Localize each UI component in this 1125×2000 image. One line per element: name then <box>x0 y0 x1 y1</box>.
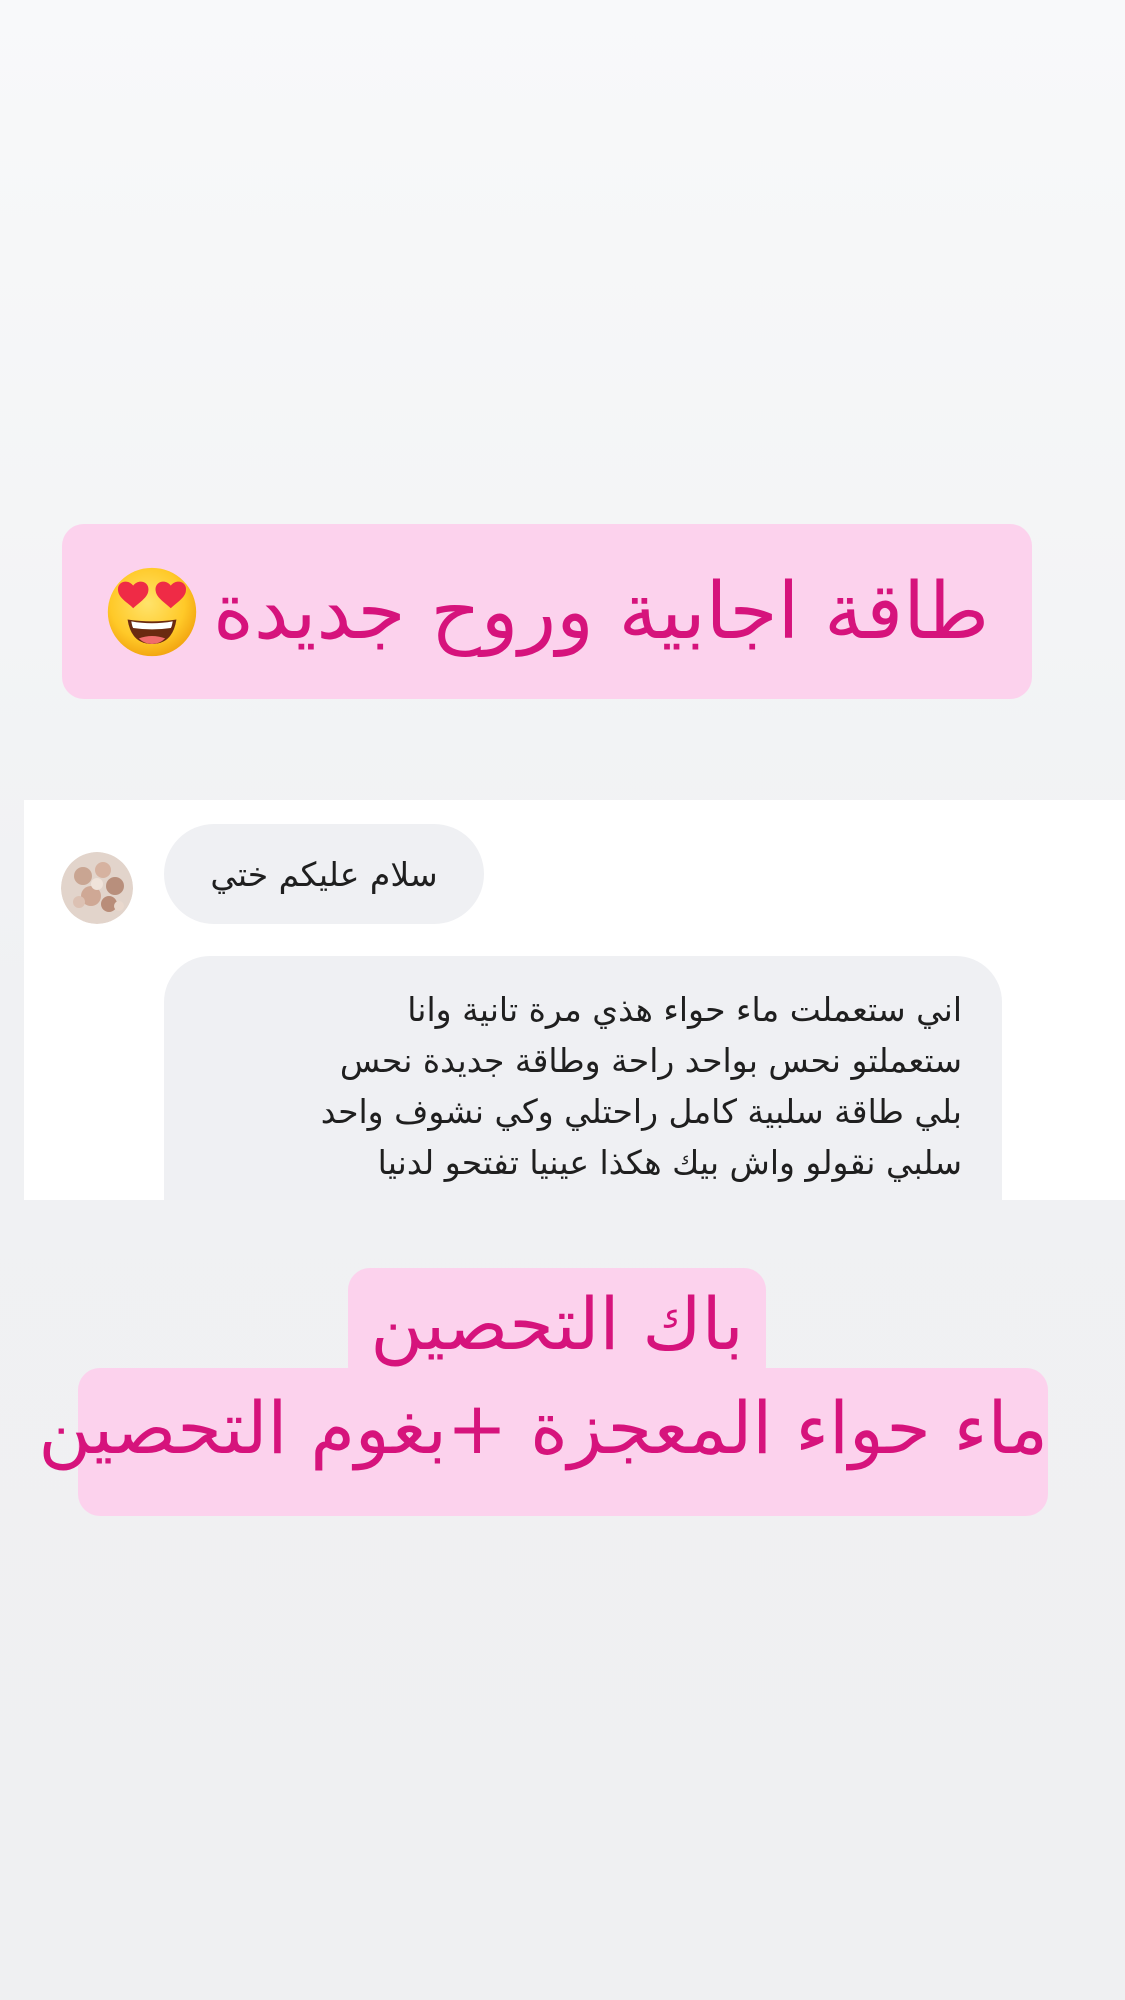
message-line: اني ستعملت ماء حواء هذي مرة تانية وانا <box>407 990 962 1029</box>
offer-banner: باك التحصين ماء حواء المعجزة +بغوم التحص… <box>0 1268 1125 1518</box>
message-bubble: سلام عليكم ختي <box>164 824 484 924</box>
message-line: بلي طاقة سلبية كامل راحتلي وكي نشوف واحد <box>320 1092 962 1131</box>
heart-eyes-emoji-icon <box>107 567 197 656</box>
offer-title: باك التحصين <box>370 1282 744 1366</box>
avatar-image <box>61 852 133 924</box>
headline-text: طاقة اجابية وروح جديدة <box>212 566 990 657</box>
avatar <box>61 852 133 924</box>
chat-screenshot-panel: سلام عليكم ختي اني ستعملت ماء حواء هذي م… <box>24 800 1125 1200</box>
message-text: سلام عليكم ختي <box>210 854 438 894</box>
message-line: ستعملتو نحس بواحد راحة وطاقة جديدة نحس <box>339 1041 962 1080</box>
message-bubble: اني ستعملت ماء حواء هذي مرة تانية وانا س… <box>164 956 1002 1200</box>
headline-banner: طاقة اجابية وروح جديدة <box>62 524 1032 699</box>
message-line: سلبي نقولو واش بيك هكذا عينيا تفتحو لدني… <box>377 1143 962 1182</box>
offer-subtitle: ماء حواء المعجزة +بغوم التحصين <box>38 1386 1048 1470</box>
